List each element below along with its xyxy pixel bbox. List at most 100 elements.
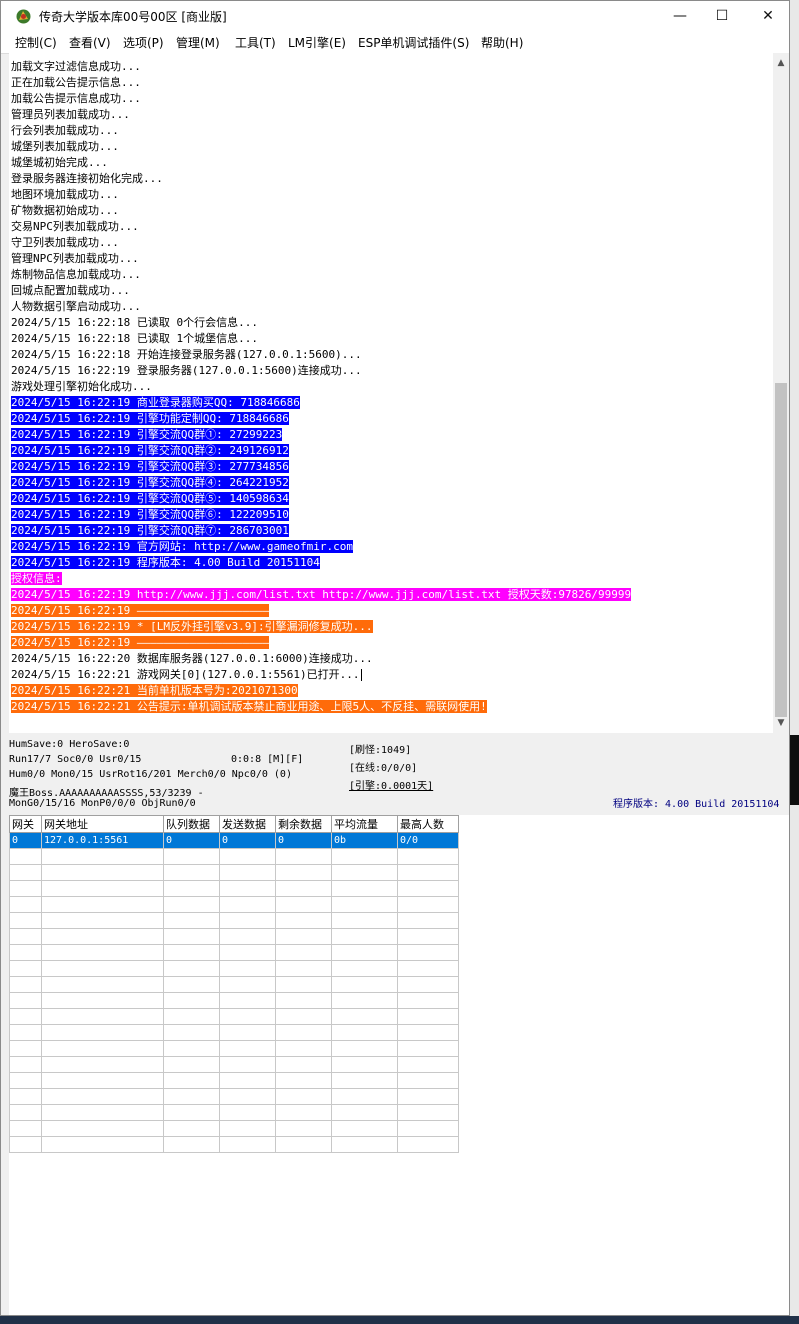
table-cell-empty[interactable] [163, 1040, 220, 1057]
table-cell-empty[interactable] [331, 1120, 398, 1137]
table-cell-empty[interactable] [9, 880, 42, 897]
table-row-empty[interactable] [9, 912, 459, 929]
table-cell-empty[interactable] [331, 1104, 398, 1121]
table-row-empty[interactable] [9, 992, 459, 1009]
table-cell-empty[interactable] [163, 1072, 220, 1089]
table-cell-empty[interactable] [331, 1008, 398, 1025]
table-row-empty[interactable] [9, 880, 459, 897]
table-cell-empty[interactable] [9, 1056, 42, 1073]
table-cell-empty[interactable] [41, 1008, 164, 1025]
status-engine-link[interactable]: [引擎:0.0001天] [349, 777, 433, 792]
table-cell-empty[interactable] [397, 864, 459, 881]
table-cell-empty[interactable] [397, 928, 459, 945]
table-cell-empty[interactable] [397, 1040, 459, 1057]
table-cell-empty[interactable] [163, 944, 220, 961]
table-row-empty[interactable] [9, 864, 459, 881]
col-header-address[interactable]: 网关地址 [41, 815, 164, 833]
table-cell-empty[interactable] [9, 864, 42, 881]
table-cell-empty[interactable] [397, 944, 459, 961]
table-cell-empty[interactable] [331, 864, 398, 881]
table-cell-empty[interactable] [41, 912, 164, 929]
table-cell-empty[interactable] [331, 912, 398, 929]
table-cell-empty[interactable] [163, 928, 220, 945]
table-cell-empty[interactable] [275, 944, 332, 961]
log-output[interactable]: 加载文字过滤信息成功... 正在加载公告提示信息... 加载公告提示信息成功... 管… [9, 53, 773, 733]
table-cell-empty[interactable] [219, 976, 276, 993]
table-cell-empty[interactable] [331, 1056, 398, 1073]
table-cell-empty[interactable] [9, 896, 42, 913]
table-cell-empty[interactable] [331, 976, 398, 993]
table-cell-empty[interactable] [397, 1024, 459, 1041]
table-cell-empty[interactable] [397, 992, 459, 1009]
table-cell-empty[interactable] [275, 1136, 332, 1153]
table-cell-empty[interactable] [163, 992, 220, 1009]
table-cell-empty[interactable] [219, 1136, 276, 1153]
table-cell-empty[interactable] [331, 960, 398, 977]
table-cell-empty[interactable] [219, 944, 276, 961]
table-cell-empty[interactable] [219, 1024, 276, 1041]
table-cell-empty[interactable] [9, 848, 42, 865]
table-row[interactable]: 0 127.0.0.1:5561 0 0 0 0b 0/0 [9, 832, 459, 849]
table-cell-empty[interactable] [275, 1088, 332, 1105]
table-row-empty[interactable] [9, 848, 459, 865]
table-cell-empty[interactable] [275, 912, 332, 929]
table-cell-empty[interactable] [9, 1040, 42, 1057]
table-cell-empty[interactable] [275, 848, 332, 865]
table-cell-empty[interactable] [397, 960, 459, 977]
table-cell-empty[interactable] [219, 1072, 276, 1089]
table-cell-empty[interactable] [397, 1136, 459, 1153]
table-cell-empty[interactable] [163, 1104, 220, 1121]
table-cell-empty[interactable] [219, 992, 276, 1009]
table-cell-empty[interactable] [275, 1072, 332, 1089]
table-cell-empty[interactable] [331, 1088, 398, 1105]
table-cell[interactable]: 0b [331, 832, 398, 849]
table-cell-empty[interactable] [397, 976, 459, 993]
col-header-remaining[interactable]: 剩余数据 [275, 815, 332, 833]
table-row-empty[interactable] [9, 960, 459, 977]
table-row-empty[interactable] [9, 896, 459, 913]
title-bar[interactable]: 传奇大学版本库00号00区 [商业版] — ☐ ✕ [1, 1, 789, 31]
table-cell[interactable]: 0/0 [397, 832, 459, 849]
table-row-empty[interactable] [9, 1072, 459, 1089]
table-cell[interactable]: 0 [163, 832, 220, 849]
table-cell-empty[interactable] [41, 992, 164, 1009]
table-cell-empty[interactable] [397, 912, 459, 929]
table-cell-empty[interactable] [41, 896, 164, 913]
table-cell-empty[interactable] [41, 880, 164, 897]
table-cell-empty[interactable] [9, 1024, 42, 1041]
table-cell-empty[interactable] [41, 1104, 164, 1121]
col-header-sent[interactable]: 发送数据 [219, 815, 276, 833]
table-row-empty[interactable] [9, 1024, 459, 1041]
menu-options[interactable]: 选项(P) [123, 34, 164, 51]
table-cell-empty[interactable] [163, 1056, 220, 1073]
table-cell-empty[interactable] [331, 992, 398, 1009]
table-row-empty[interactable] [9, 1104, 459, 1121]
table-cell-empty[interactable] [397, 1072, 459, 1089]
table-cell-empty[interactable] [9, 1088, 42, 1105]
table-cell-empty[interactable] [275, 1040, 332, 1057]
table-cell[interactable]: 0 [9, 832, 42, 849]
table-cell-empty[interactable] [275, 864, 332, 881]
table-cell-empty[interactable] [41, 1120, 164, 1137]
table-cell-empty[interactable] [275, 880, 332, 897]
table-cell-empty[interactable] [219, 864, 276, 881]
table-row-empty[interactable] [9, 928, 459, 945]
table-cell-empty[interactable] [397, 1088, 459, 1105]
col-header-max-users[interactable]: 最高人数 [397, 815, 459, 833]
table-cell-empty[interactable] [219, 960, 276, 977]
table-cell-empty[interactable] [219, 1040, 276, 1057]
table-cell-empty[interactable] [163, 848, 220, 865]
table-cell-empty[interactable] [397, 1056, 459, 1073]
table-cell-empty[interactable] [397, 1008, 459, 1025]
table-cell-empty[interactable] [331, 928, 398, 945]
table-cell-empty[interactable] [331, 848, 398, 865]
table-cell-empty[interactable] [219, 1104, 276, 1121]
table-cell-empty[interactable] [163, 880, 220, 897]
table-cell-empty[interactable] [219, 912, 276, 929]
table-cell-empty[interactable] [331, 1040, 398, 1057]
table-row-empty[interactable] [9, 1056, 459, 1073]
table-cell-empty[interactable] [275, 1056, 332, 1073]
table-cell-empty[interactable] [163, 1008, 220, 1025]
scroll-up-arrow-icon[interactable]: ▲ [773, 55, 789, 71]
table-cell-empty[interactable] [275, 992, 332, 1009]
